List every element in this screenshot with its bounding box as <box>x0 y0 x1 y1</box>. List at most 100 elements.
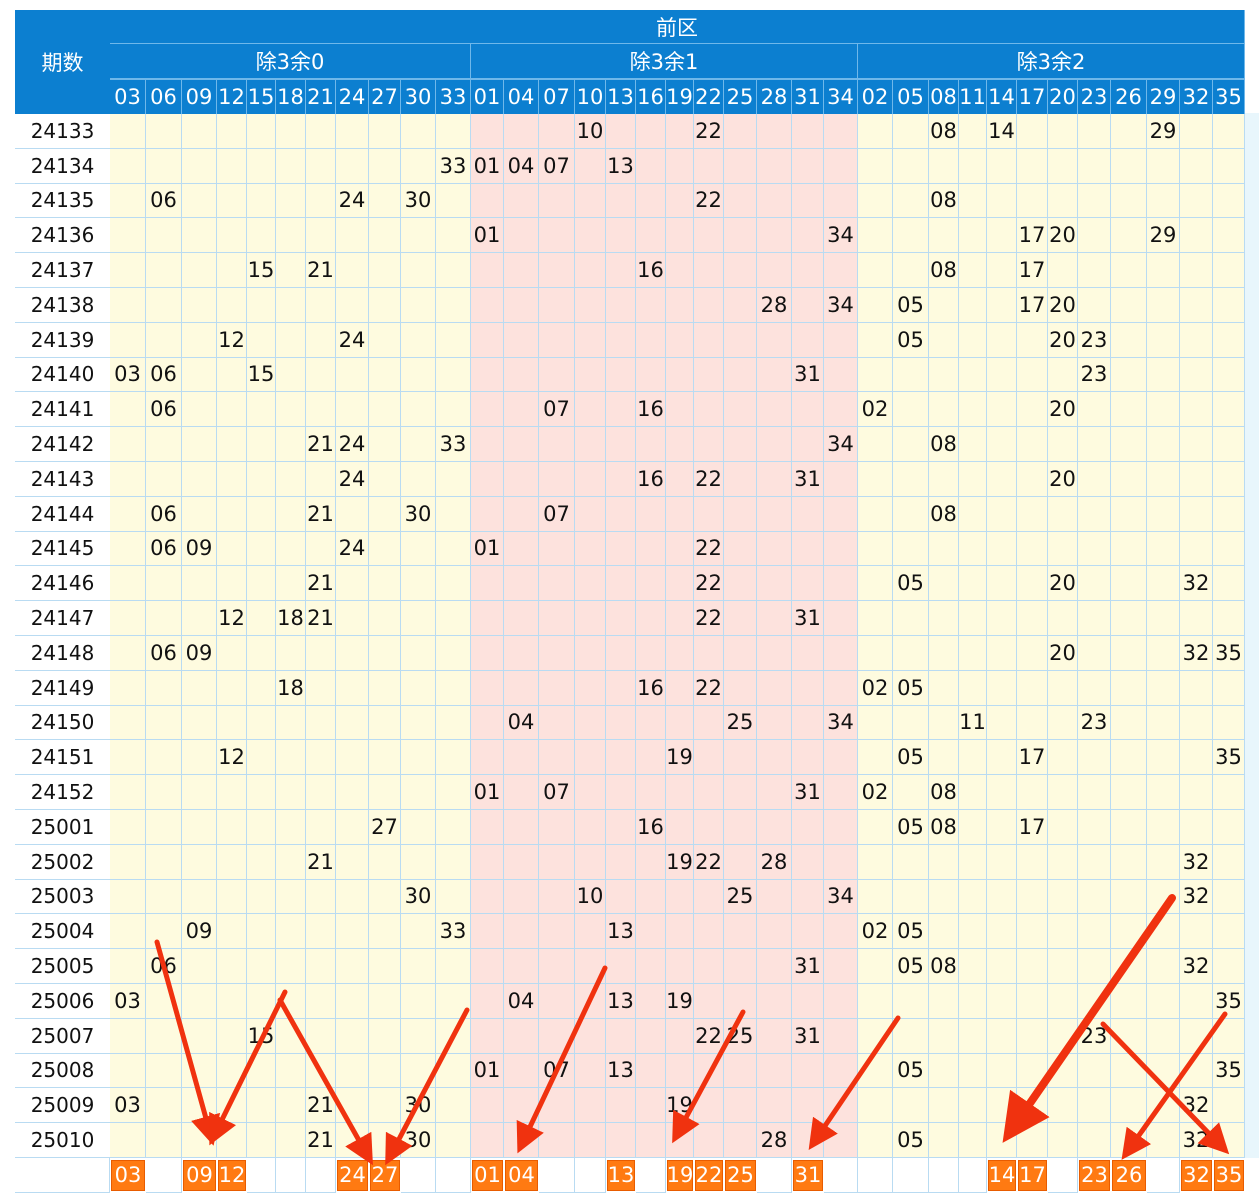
draw-cell <box>110 914 146 950</box>
number-header-26: 26 <box>1111 79 1147 114</box>
draw-cell <box>369 392 401 428</box>
draw-cell <box>636 288 666 323</box>
draw-cell <box>606 253 636 288</box>
draw-cell <box>636 218 666 254</box>
draw-cell <box>182 601 217 636</box>
draw-cell <box>436 218 471 254</box>
draw-cell <box>1078 392 1111 428</box>
draw-number: 35 <box>1213 740 1245 776</box>
draw-cell <box>694 1123 724 1158</box>
draw-cell <box>110 462 146 497</box>
draw-number: 34 <box>824 705 858 741</box>
draw-cell <box>636 1123 666 1158</box>
draw-cell <box>110 392 146 428</box>
draw-cell <box>606 427 636 462</box>
draw-number: 24 <box>336 322 369 358</box>
draw-cell <box>217 288 247 323</box>
draw-number: 09 <box>182 914 217 950</box>
draw-cell <box>666 566 694 602</box>
draw-cell <box>1048 148 1078 184</box>
draw-number: 22 <box>694 114 724 149</box>
draw-cell <box>606 566 636 602</box>
number-header-31: 31 <box>792 79 824 114</box>
draw-cell <box>959 322 987 358</box>
draw-number: 20 <box>1048 392 1078 428</box>
draw-cell <box>636 148 666 184</box>
draw-cell <box>306 1018 336 1054</box>
draw-cell <box>182 705 217 741</box>
draw-cell <box>666 636 694 671</box>
draw-cell <box>1048 183 1078 219</box>
draw-cell <box>539 949 575 984</box>
draw-cell <box>757 183 792 219</box>
draw-cell <box>504 1088 539 1124</box>
draw-cell <box>893 462 929 497</box>
draw-cell <box>306 810 336 845</box>
prediction-empty-cell <box>575 1158 606 1193</box>
draw-cell <box>369 462 401 497</box>
draw-cell <box>436 844 471 880</box>
draw-cell <box>824 253 858 288</box>
draw-number: 32 <box>1180 1088 1213 1124</box>
draw-cell <box>792 879 824 915</box>
draw-cell <box>1147 1053 1180 1089</box>
draw-cell <box>792 496 824 532</box>
draw-cell <box>369 984 401 1019</box>
draw-cell <box>929 844 959 880</box>
draw-number: 21 <box>306 1123 336 1158</box>
draw-cell <box>306 392 336 428</box>
draw-cell <box>636 775 666 810</box>
draw-cell <box>858 322 893 358</box>
draw-cell <box>724 775 757 810</box>
draw-cell <box>792 288 824 323</box>
draw-cell <box>757 740 792 776</box>
draw-cell <box>110 566 146 602</box>
draw-cell <box>217 183 247 219</box>
draw-cell <box>247 984 276 1019</box>
draw-cell <box>757 775 792 810</box>
draw-cell <box>724 392 757 428</box>
draw-cell <box>929 566 959 602</box>
draw-cell <box>217 844 247 880</box>
draw-number: 07 <box>539 496 575 532</box>
draw-cell <box>217 775 247 810</box>
draw-cell <box>1078 601 1111 636</box>
draw-cell <box>1048 1053 1078 1089</box>
draw-cell <box>336 1018 369 1054</box>
draw-cell <box>1078 114 1111 149</box>
period-cell: 24141 <box>15 392 110 428</box>
draw-cell <box>987 636 1017 671</box>
draw-number: 08 <box>929 114 959 149</box>
draw-cell <box>959 253 987 288</box>
draw-cell <box>1017 1123 1048 1158</box>
draw-cell <box>757 601 792 636</box>
draw-number: 15 <box>247 253 276 288</box>
draw-number: 22 <box>694 1018 724 1054</box>
draw-cell <box>792 1088 824 1124</box>
draw-cell <box>1078 636 1111 671</box>
draw-number: 31 <box>792 601 824 636</box>
draw-number: 23 <box>1078 357 1111 393</box>
draw-cell <box>1147 670 1180 706</box>
prediction-number: 24 <box>337 1160 368 1191</box>
draw-cell <box>757 531 792 567</box>
draw-cell <box>336 1123 369 1158</box>
draw-cell <box>987 462 1017 497</box>
period-cell: 24140 <box>15 357 110 393</box>
draw-cell <box>1048 1018 1078 1054</box>
draw-cell <box>929 879 959 915</box>
draw-cell <box>724 114 757 149</box>
draw-cell <box>504 1018 539 1054</box>
draw-cell <box>1111 949 1147 984</box>
draw-cell <box>1017 531 1048 567</box>
draw-cell <box>276 496 306 532</box>
draw-cell <box>436 775 471 810</box>
draw-cell <box>987 740 1017 776</box>
draw-cell <box>1111 670 1147 706</box>
draw-number: 05 <box>893 288 929 323</box>
draw-cell <box>694 705 724 741</box>
draw-cell <box>247 601 276 636</box>
draw-cell <box>182 114 217 149</box>
draw-cell <box>1048 879 1078 915</box>
draw-cell <box>724 636 757 671</box>
